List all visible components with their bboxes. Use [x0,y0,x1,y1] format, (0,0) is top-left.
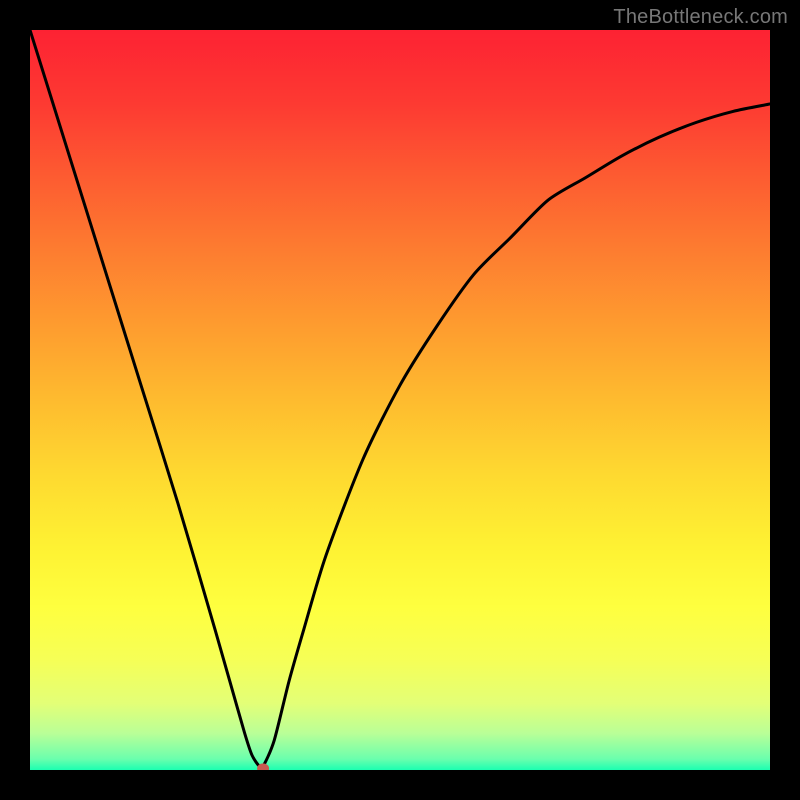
bottleneck-curve-path [30,30,770,768]
chart-stage: TheBottleneck.com [0,0,800,800]
curve-layer [30,30,770,770]
watermark-text: TheBottleneck.com [613,6,788,29]
plot-area [30,30,770,770]
